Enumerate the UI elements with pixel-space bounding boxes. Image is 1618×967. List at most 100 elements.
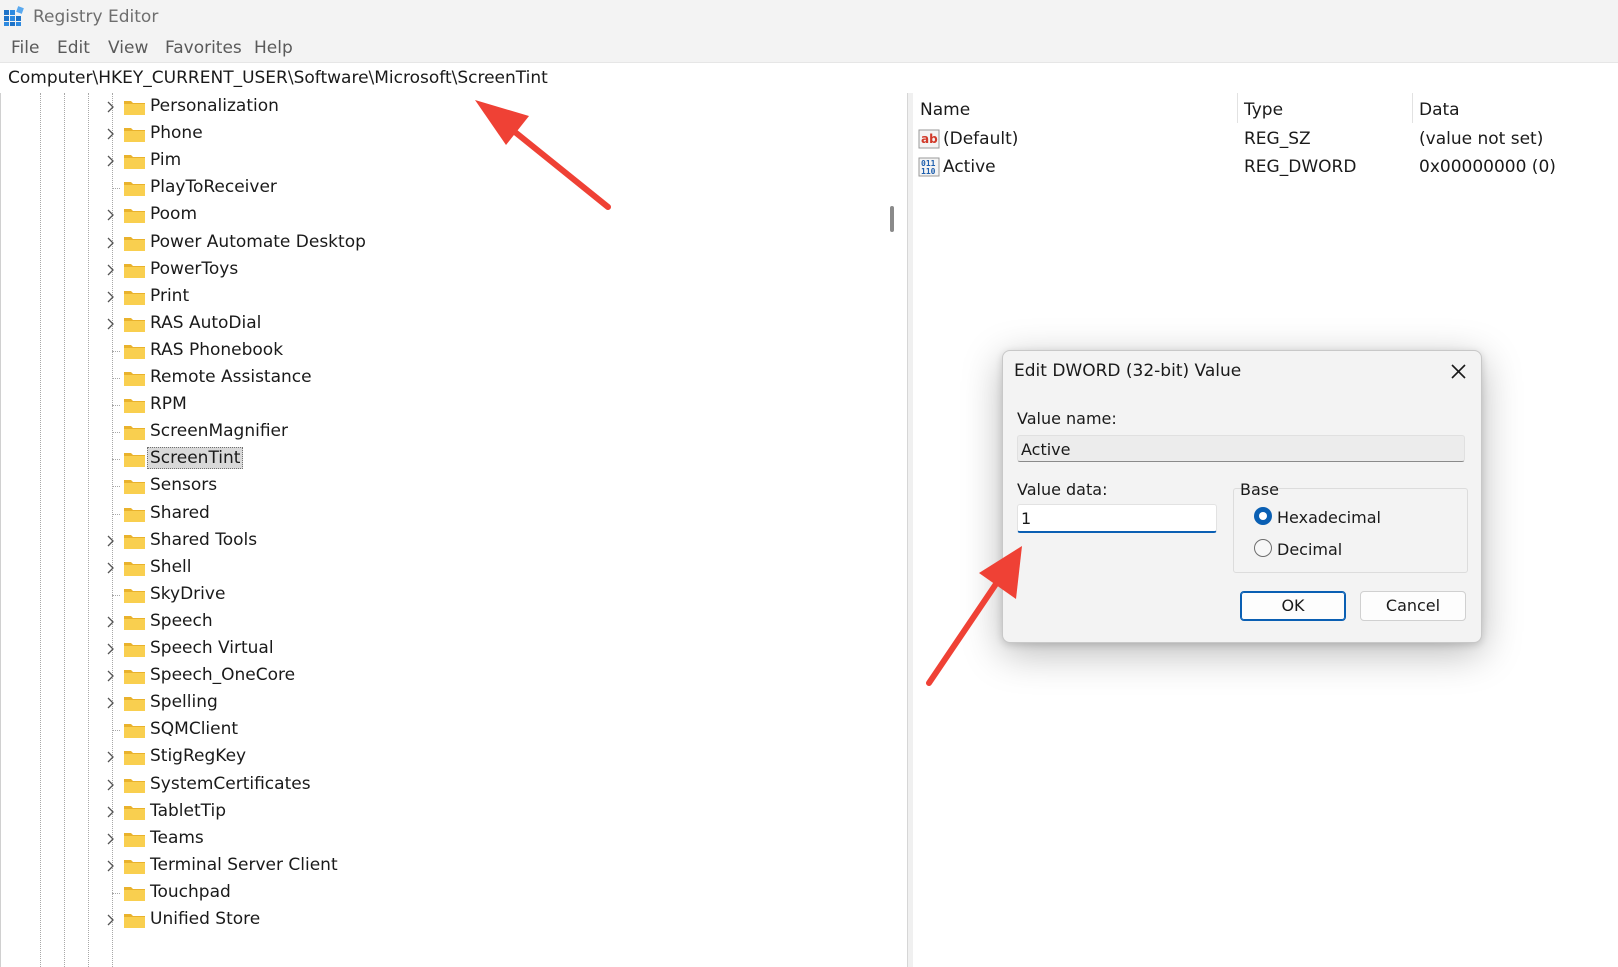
column-header-data[interactable]: Data bbox=[1413, 93, 1618, 123]
tree-item[interactable]: Teams bbox=[1, 826, 881, 853]
folder-icon bbox=[124, 778, 145, 793]
chevron-right-icon[interactable] bbox=[105, 208, 117, 222]
tree-item-label: RAS AutoDial bbox=[150, 312, 262, 333]
chevron-right-icon[interactable] bbox=[105, 100, 117, 114]
tree-item-label: RAS Phonebook bbox=[150, 339, 284, 360]
chevron-right-icon[interactable] bbox=[105, 263, 117, 277]
tree-item[interactable]: RPM bbox=[1, 392, 881, 419]
chevron-right-icon[interactable] bbox=[105, 832, 117, 846]
string-value-icon: ab bbox=[918, 129, 940, 149]
folder-icon bbox=[124, 155, 145, 170]
cancel-button[interactable]: Cancel bbox=[1360, 591, 1466, 621]
registry-editor-icon bbox=[4, 6, 24, 26]
tree-item[interactable]: Personalization bbox=[1, 94, 881, 121]
value-name: (Default) bbox=[943, 129, 1019, 149]
menu-bar: File Edit View Favorites Help bbox=[0, 34, 1618, 62]
chevron-right-icon[interactable] bbox=[105, 127, 117, 141]
chevron-right-icon[interactable] bbox=[105, 534, 117, 548]
tree-item[interactable]: Remote Assistance bbox=[1, 365, 881, 392]
folder-icon bbox=[124, 399, 145, 414]
tree-connector bbox=[112, 730, 120, 732]
tree-item[interactable]: Sensors bbox=[1, 473, 881, 500]
menu-file[interactable]: File bbox=[11, 38, 39, 58]
chevron-right-icon[interactable] bbox=[105, 561, 117, 575]
folder-icon bbox=[124, 914, 145, 928]
tree-item[interactable]: Speech bbox=[1, 609, 881, 636]
title-bar: Registry Editor bbox=[0, 0, 1618, 34]
menu-help[interactable]: Help bbox=[254, 38, 293, 58]
tree-item[interactable]: Pim bbox=[1, 148, 881, 175]
tree-item[interactable]: Print bbox=[1, 284, 881, 311]
key-tree-pane[interactable]: Personalization Phone Pim PlayToReceiver Poo… bbox=[0, 93, 908, 967]
value-row-active[interactable]: 011 110 Active REG_DWORD 0x00000000 (0) bbox=[913, 153, 1618, 181]
tree-item[interactable]: TabletTip bbox=[1, 799, 881, 826]
tree-item[interactable]: Spelling bbox=[1, 690, 881, 717]
ok-button[interactable]: OK bbox=[1240, 591, 1346, 621]
base-group bbox=[1233, 488, 1468, 573]
value-data: 0x00000000 (0) bbox=[1419, 157, 1556, 177]
menu-favorites[interactable]: Favorites bbox=[165, 38, 242, 58]
decimal-radio[interactable] bbox=[1254, 539, 1272, 557]
address-bar[interactable]: Computer\HKEY_CURRENT_USER\Software\Micr… bbox=[0, 62, 1618, 94]
decimal-label[interactable]: Decimal bbox=[1277, 540, 1342, 559]
column-header-name[interactable]: Name bbox=[913, 93, 1238, 123]
chevron-right-icon[interactable] bbox=[105, 859, 117, 873]
tree-item-label: Terminal Server Client bbox=[150, 854, 338, 875]
menu-edit[interactable]: Edit bbox=[57, 38, 90, 58]
tree-item[interactable]: ScreenTint bbox=[1, 446, 881, 473]
chevron-right-icon[interactable] bbox=[105, 913, 117, 927]
tree-item[interactable]: SkyDrive bbox=[1, 582, 881, 609]
value-data-input[interactable] bbox=[1017, 504, 1217, 533]
tree-item[interactable]: StigRegKey bbox=[1, 744, 881, 771]
chevron-right-icon[interactable] bbox=[105, 805, 117, 819]
tree-scrollbar-thumb[interactable] bbox=[890, 206, 894, 232]
tree-item-label: Speech_OneCore bbox=[150, 665, 296, 686]
menu-view[interactable]: View bbox=[108, 38, 148, 58]
chevron-right-icon[interactable] bbox=[105, 696, 117, 710]
tree-item-label: Speech Virtual bbox=[150, 638, 274, 658]
tree-item[interactable]: RAS Phonebook bbox=[1, 338, 881, 365]
chevron-right-icon[interactable] bbox=[105, 778, 117, 792]
tree-item[interactable]: PowerToys bbox=[1, 257, 881, 284]
tree-item[interactable]: Shell bbox=[1, 555, 881, 582]
chevron-right-icon[interactable] bbox=[105, 750, 117, 764]
dialog-close-button[interactable] bbox=[1443, 359, 1473, 385]
chevron-right-icon[interactable] bbox=[105, 669, 117, 683]
hexadecimal-label[interactable]: Hexadecimal bbox=[1277, 508, 1381, 527]
tree-item[interactable]: PlayToReceiver bbox=[1, 175, 881, 202]
tree-item[interactable]: SystemCertificates bbox=[1, 772, 881, 799]
folder-icon bbox=[124, 128, 145, 143]
tree-item[interactable]: Phone bbox=[1, 121, 881, 148]
chevron-right-icon[interactable] bbox=[105, 154, 117, 168]
tree-item[interactable]: Touchpad bbox=[1, 880, 881, 907]
chevron-right-icon[interactable] bbox=[105, 642, 117, 656]
tree-item[interactable]: Speech_OneCore bbox=[1, 663, 881, 690]
tree-item[interactable]: Poom bbox=[1, 202, 881, 229]
address-path[interactable]: Computer\HKEY_CURRENT_USER\Software\Micr… bbox=[8, 68, 548, 88]
chevron-right-icon[interactable] bbox=[105, 317, 117, 331]
tree-item[interactable]: Speech Virtual bbox=[1, 636, 881, 663]
tree-item[interactable]: Shared Tools bbox=[1, 528, 881, 555]
chevron-right-icon[interactable] bbox=[105, 615, 117, 629]
tree-item[interactable]: Power Automate Desktop bbox=[1, 230, 881, 257]
value-name-label: Value name: bbox=[1017, 409, 1117, 428]
folder-icon bbox=[124, 101, 145, 115]
folder-icon bbox=[124, 615, 145, 630]
chevron-right-icon[interactable] bbox=[105, 290, 117, 304]
value-row-default[interactable]: ab (Default) REG_SZ (value not set) bbox=[913, 125, 1618, 153]
tree-item-label: Shared bbox=[150, 502, 210, 523]
tree-item[interactable]: Shared bbox=[1, 501, 881, 528]
tree-item[interactable]: Unified Store bbox=[1, 907, 881, 934]
column-header-type[interactable]: Type bbox=[1238, 93, 1413, 123]
tree-item[interactable]: SQMClient bbox=[1, 717, 881, 744]
chevron-right-icon[interactable] bbox=[105, 236, 117, 250]
tree-item[interactable]: RAS AutoDial bbox=[1, 311, 881, 338]
tree-item[interactable]: ScreenMagnifier bbox=[1, 419, 881, 446]
folder-icon bbox=[124, 507, 145, 522]
tree-item[interactable]: Terminal Server Client bbox=[1, 853, 881, 880]
folder-icon bbox=[124, 453, 145, 468]
tree-item-label: Sensors bbox=[150, 475, 218, 496]
hexadecimal-radio[interactable] bbox=[1254, 507, 1272, 525]
tree-item-label: PowerToys bbox=[150, 258, 239, 279]
tree-connector bbox=[112, 459, 120, 461]
